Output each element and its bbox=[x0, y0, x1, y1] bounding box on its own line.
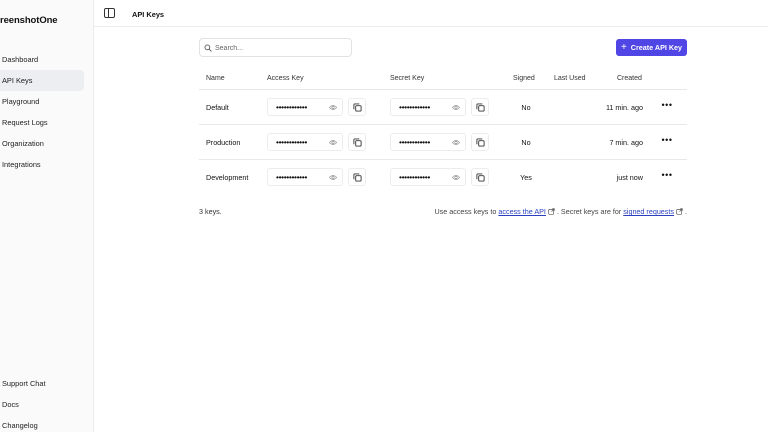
signed-value: No bbox=[521, 103, 531, 112]
external-link-icon bbox=[548, 208, 555, 215]
create-api-key-button[interactable]: + Create API Key bbox=[616, 39, 687, 56]
column-header-name: Name bbox=[206, 75, 225, 82]
copy-access-key-button[interactable] bbox=[348, 98, 366, 116]
eye-icon[interactable] bbox=[452, 174, 460, 181]
eye-icon[interactable] bbox=[452, 139, 460, 146]
access-key-field: •••••••••••• bbox=[267, 168, 343, 186]
create-api-key-label: Create API Key bbox=[630, 43, 683, 52]
plus-icon: + bbox=[620, 41, 627, 53]
access-the-api-link[interactable]: access the API bbox=[498, 207, 546, 216]
external-link-icon bbox=[676, 208, 683, 215]
table-row: Development •••••••••••• •••••••••••• Ye… bbox=[199, 160, 687, 195]
copy-access-key-button[interactable] bbox=[348, 168, 366, 186]
sidebar-toggle-icon[interactable] bbox=[104, 8, 115, 18]
api-keys-table: Name Access Key Secret Key Signed Last U… bbox=[199, 68, 687, 195]
sidebar-nav-top: Dashboard API Keys Playground Request Lo… bbox=[0, 49, 84, 175]
key-name: Development bbox=[206, 173, 249, 182]
eye-icon[interactable] bbox=[329, 104, 337, 111]
page-title: API Keys bbox=[132, 10, 165, 19]
column-header-last-used: Last Used bbox=[554, 75, 586, 82]
table-header: Name Access Key Secret Key Signed Last U… bbox=[199, 68, 687, 90]
created-value: 11 min. ago bbox=[605, 103, 643, 112]
copy-access-key-button[interactable] bbox=[348, 133, 366, 151]
access-key-value: •••••••••••• bbox=[276, 172, 307, 182]
more-options-icon[interactable]: ••• bbox=[660, 100, 674, 114]
sidebar-item-changelog[interactable]: Changelog bbox=[0, 415, 84, 432]
key-name: Production bbox=[206, 138, 241, 147]
footer-note: Use access keys to access the API . Secre… bbox=[434, 207, 687, 216]
sidebar-item-organization[interactable]: Organization bbox=[0, 133, 84, 154]
signed-value: No bbox=[521, 138, 531, 147]
signed-value: Yes bbox=[520, 173, 532, 182]
sidebar-item-request-logs[interactable]: Request Logs bbox=[0, 112, 84, 133]
access-key-field: •••••••••••• bbox=[267, 98, 343, 116]
sidebar-item-support-chat[interactable]: Support Chat bbox=[0, 373, 84, 394]
copy-icon bbox=[476, 138, 485, 147]
secret-key-value: •••••••••••• bbox=[399, 137, 430, 147]
copy-secret-key-button[interactable] bbox=[471, 168, 489, 186]
key-count: 3 keys. bbox=[199, 207, 222, 216]
secret-key-field: •••••••••••• bbox=[390, 98, 466, 116]
search-input[interactable] bbox=[215, 42, 345, 54]
column-header-access-key: Access Key bbox=[267, 75, 304, 82]
sidebar-item-integrations[interactable]: Integrations bbox=[0, 154, 84, 175]
created-value: just now bbox=[616, 173, 643, 182]
app-logo[interactable]: reenshotOne bbox=[0, 15, 58, 26]
secret-key-field: •••••••••••• bbox=[390, 133, 466, 151]
more-options-icon[interactable]: ••• bbox=[660, 170, 674, 184]
search-box bbox=[199, 38, 352, 57]
access-key-value: •••••••••••• bbox=[276, 102, 307, 112]
more-options-icon[interactable]: ••• bbox=[660, 135, 674, 149]
secret-key-value: •••••••••••• bbox=[399, 102, 430, 112]
footer-note-middle: . Secret keys are for bbox=[556, 207, 622, 216]
page-header: API Keys bbox=[94, 0, 768, 27]
secret-key-value: •••••••••••• bbox=[399, 172, 430, 182]
sidebar-item-dashboard[interactable]: Dashboard bbox=[0, 49, 84, 70]
copy-icon bbox=[353, 173, 362, 182]
access-key-value: •••••••••••• bbox=[276, 137, 307, 147]
column-header-secret-key: Secret Key bbox=[390, 75, 425, 82]
copy-icon bbox=[476, 173, 485, 182]
column-header-created: Created bbox=[617, 75, 642, 82]
column-header-signed: Signed bbox=[513, 75, 535, 82]
access-key-field: •••••••••••• bbox=[267, 133, 343, 151]
copy-icon bbox=[353, 138, 362, 147]
copy-secret-key-button[interactable] bbox=[471, 98, 489, 116]
copy-secret-key-button[interactable] bbox=[471, 133, 489, 151]
copy-icon bbox=[353, 103, 362, 112]
sidebar: reenshotOne Dashboard API Keys Playgroun… bbox=[0, 0, 94, 432]
sidebar-nav-bottom: Support Chat Docs Changelog bbox=[0, 373, 84, 432]
eye-icon[interactable] bbox=[452, 104, 460, 111]
table-row: Production •••••••••••• •••••••••••• No … bbox=[199, 125, 687, 160]
search-icon bbox=[204, 44, 212, 52]
eye-icon[interactable] bbox=[329, 174, 337, 181]
table-row: Default •••••••••••• •••••••••••• No 11 … bbox=[199, 90, 687, 125]
copy-icon bbox=[476, 103, 485, 112]
secret-key-field: •••••••••••• bbox=[390, 168, 466, 186]
eye-icon[interactable] bbox=[329, 139, 337, 146]
key-name: Default bbox=[206, 103, 229, 112]
sidebar-item-api-keys[interactable]: API Keys bbox=[0, 70, 84, 91]
created-value: 7 min. ago bbox=[609, 138, 643, 147]
signed-requests-link[interactable]: signed requests bbox=[623, 207, 674, 216]
sidebar-item-docs[interactable]: Docs bbox=[0, 394, 84, 415]
footer-note-prefix: Use access keys to bbox=[434, 207, 497, 216]
sidebar-item-playground[interactable]: Playground bbox=[0, 91, 84, 112]
footer-note-suffix: . bbox=[685, 207, 687, 216]
